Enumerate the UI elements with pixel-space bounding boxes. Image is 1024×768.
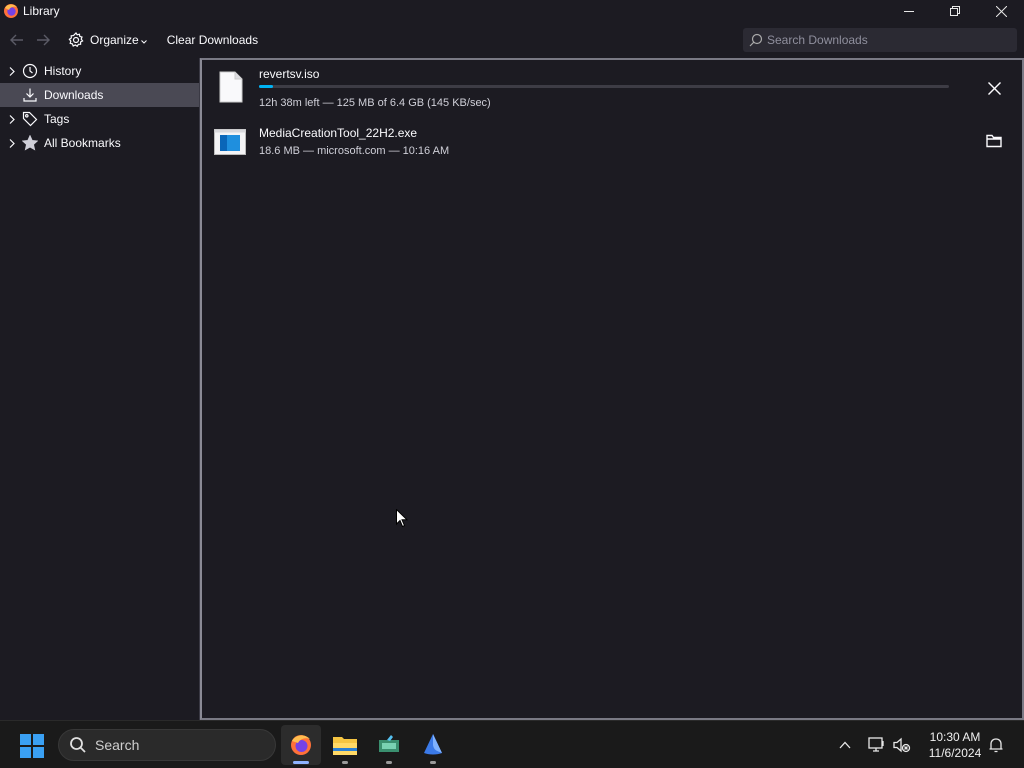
clear-downloads-button[interactable]: Clear Downloads	[163, 27, 262, 53]
taskbar-app-generic[interactable]	[369, 725, 409, 765]
search-box[interactable]	[743, 28, 1017, 52]
cancel-download-button[interactable]	[980, 74, 1008, 102]
window-title: Library	[23, 4, 60, 18]
taskbar-search[interactable]: Search	[58, 729, 276, 761]
download-filename: MediaCreationTool_22H2.exe	[259, 126, 418, 140]
running-indicator	[293, 761, 309, 764]
file-icon	[219, 71, 243, 103]
gear-icon	[68, 32, 84, 48]
minimize-button[interactable]	[886, 0, 932, 22]
sidebar: History Downloads Tags All Bookmarks	[0, 58, 200, 720]
firefox-icon	[291, 735, 311, 755]
show-hidden-icons-button[interactable]	[833, 733, 857, 757]
search-icon	[70, 737, 86, 753]
notifications-button[interactable]	[984, 733, 1008, 757]
download-progress-bar	[259, 85, 949, 88]
taskbar: Search 10:30 AM 11/6/2024	[0, 720, 1024, 768]
download-filename: revertsv.iso	[259, 67, 320, 81]
search-input[interactable]	[767, 33, 1007, 47]
close-icon	[995, 5, 1007, 17]
arrow-right-icon	[37, 34, 50, 46]
taskbar-app-firefox[interactable]	[281, 725, 321, 765]
running-indicator	[386, 761, 392, 764]
firefox-icon	[4, 4, 18, 18]
volume-button[interactable]	[890, 733, 914, 757]
sidebar-item-label: History	[44, 64, 82, 78]
chevron-up-icon	[839, 741, 851, 749]
organize-button[interactable]: Organize	[64, 27, 151, 53]
chevron-right-icon[interactable]	[3, 131, 21, 155]
taskbar-clock[interactable]: 10:30 AM 11/6/2024	[915, 729, 995, 761]
download-item[interactable]: MediaCreationTool_22H2.exe 18.6 MB — mic…	[202, 120, 1022, 178]
taskbar-search-label: Search	[95, 737, 140, 753]
sidebar-item-label: All Bookmarks	[44, 136, 121, 150]
file-explorer-icon	[333, 737, 357, 755]
exe-file-icon	[214, 129, 246, 155]
download-progress-fill	[259, 85, 273, 88]
network-button[interactable]	[865, 733, 889, 757]
restore-icon	[950, 6, 960, 16]
forward-button[interactable]	[30, 27, 56, 53]
taskbar-app-browser[interactable]	[413, 725, 453, 765]
sidebar-item-label: Tags	[44, 112, 70, 126]
windows-start-icon[interactable]	[20, 734, 44, 758]
network-icon	[868, 737, 884, 752]
sidebar-item-all-bookmarks[interactable]: All Bookmarks	[0, 131, 199, 155]
search-icon	[749, 33, 763, 47]
running-indicator	[430, 761, 436, 764]
app-icon	[379, 735, 399, 752]
show-in-folder-button[interactable]	[980, 127, 1008, 155]
title-bar: Library	[0, 0, 1024, 22]
download-status: 18.6 MB — microsoft.com — 10:16 AM	[259, 145, 450, 157]
downloads-list: revertsv.iso 12h 38m left — 125 MB of 6.…	[200, 58, 1024, 720]
sidebar-item-history[interactable]: History	[0, 59, 199, 83]
clock-time: 10:30 AM	[929, 730, 981, 744]
chevron-down-icon	[140, 33, 147, 47]
bell-icon	[989, 738, 1003, 753]
taskbar-app-file-explorer[interactable]	[325, 725, 365, 765]
tag-icon	[21, 110, 39, 128]
star-icon	[21, 134, 39, 152]
edge-like-icon	[424, 734, 442, 755]
clock-icon	[21, 62, 39, 80]
back-button[interactable]	[4, 27, 30, 53]
sidebar-item-label: Downloads	[44, 88, 104, 102]
folder-icon	[986, 134, 1002, 148]
chevron-right-icon[interactable]	[3, 59, 21, 83]
close-window-button[interactable]	[978, 0, 1024, 22]
download-icon	[21, 86, 39, 104]
restore-button[interactable]	[932, 0, 978, 22]
running-indicator	[342, 761, 348, 764]
chevron-right-icon[interactable]	[3, 107, 21, 131]
organize-label: Organize	[90, 33, 139, 47]
arrow-left-icon	[10, 34, 23, 46]
sidebar-item-tags[interactable]: Tags	[0, 107, 199, 131]
volume-muted-icon	[893, 737, 911, 753]
minimize-icon	[904, 11, 914, 12]
download-status: 12h 38m left — 125 MB of 6.4 GB (145 KB/…	[259, 97, 491, 109]
download-item[interactable]: revertsv.iso 12h 38m left — 125 MB of 6.…	[202, 62, 1022, 120]
sidebar-item-downloads[interactable]: Downloads	[0, 83, 199, 107]
mouse-cursor-icon	[396, 509, 408, 528]
clock-date: 11/6/2024	[928, 746, 982, 760]
cancel-icon	[987, 81, 1001, 95]
